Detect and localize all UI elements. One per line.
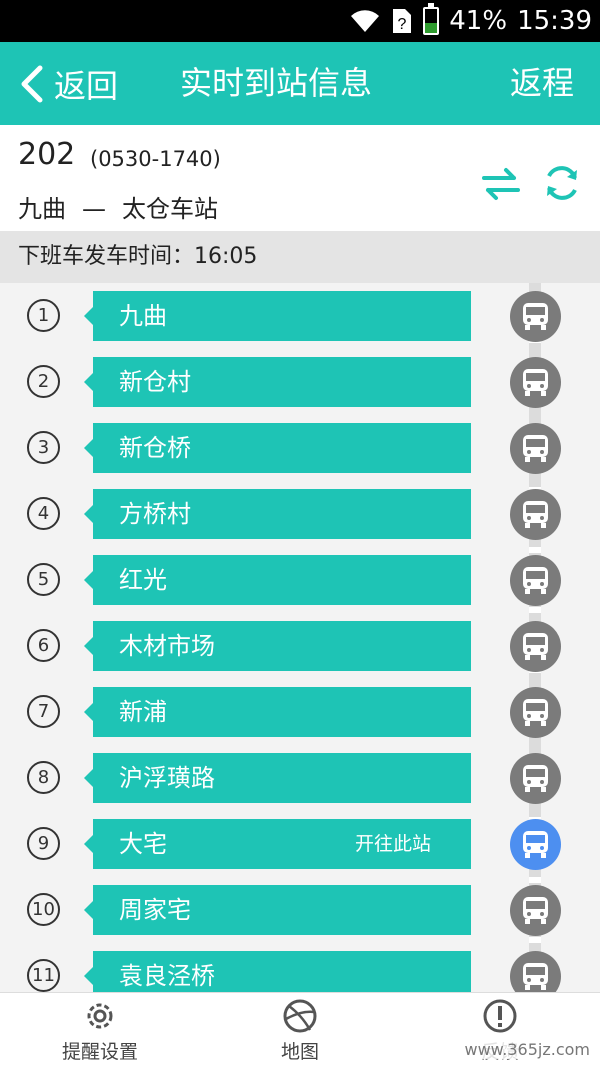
ball-icon	[283, 999, 317, 1033]
stop-box[interactable]: 周家宅	[84, 885, 471, 935]
bus-icon	[510, 885, 561, 936]
back-label: 返回	[54, 66, 119, 105]
stop-name: 方桥村	[119, 500, 191, 528]
refresh-icon[interactable]	[541, 162, 583, 204]
route-number: 202	[18, 137, 76, 172]
bus-icon	[510, 357, 561, 408]
stop-box[interactable]: 新仓村	[84, 357, 471, 407]
battery-percent: 41%	[449, 6, 508, 36]
stop-row[interactable]: 3 新仓桥	[0, 415, 600, 481]
stop-row[interactable]: 5 红光	[0, 547, 600, 613]
stop-index: 9	[27, 827, 60, 860]
stop-name: 新浦	[119, 698, 167, 726]
stop-name: 九曲	[119, 302, 167, 330]
stop-list[interactable]: 1 九曲 2 新仓村 3 新仓桥 4 方桥村 5 红光 6 木材市场 7 新浦 …	[0, 283, 600, 992]
bus-icon	[510, 951, 561, 992]
stop-name: 大宅	[119, 830, 167, 858]
title-bar: 返回 实时到站信息 返程	[0, 42, 600, 125]
stop-index: 8	[27, 761, 60, 794]
bus-icon	[510, 423, 561, 474]
nav-map-label: 地图	[280, 1041, 319, 1063]
route-hours: (0530-1740)	[90, 147, 221, 171]
stop-index: 4	[27, 497, 60, 530]
bus-icon	[510, 555, 561, 606]
bus-icon	[510, 687, 561, 738]
bus-icon	[510, 291, 561, 342]
nav-map[interactable]: 地图	[250, 993, 350, 1067]
stop-box[interactable]: 九曲	[84, 291, 471, 341]
back-button[interactable]: 返回	[18, 42, 118, 125]
nav-reminder-label: 提醒设置	[61, 1041, 138, 1063]
svg-text:?: ?	[398, 16, 407, 33]
stop-name: 新仓桥	[119, 434, 191, 462]
bus-approaching-label: 开往此站	[354, 833, 431, 855]
route-separator: —	[82, 195, 106, 223]
stop-box[interactable]: 新仓桥	[84, 423, 471, 473]
stop-row[interactable]: 8 沪浮璜路	[0, 745, 600, 811]
clock: 15:39	[517, 6, 592, 36]
stop-index: 2	[27, 365, 60, 398]
stop-name: 沪浮璜路	[119, 764, 215, 792]
stop-index: 1	[27, 299, 60, 332]
bus-icon	[510, 753, 561, 804]
bottom-nav: 提醒设置 地图 反馈 www.365jz.com	[0, 992, 600, 1067]
stop-box[interactable]: 木材市场	[84, 621, 471, 671]
return-trip-button[interactable]: 返程	[510, 42, 574, 125]
status-bar: ? 41% 15:39	[0, 0, 600, 42]
stop-name: 周家宅	[119, 896, 191, 924]
route-destination: 太仓车站	[122, 195, 218, 223]
stop-name: 红光	[119, 566, 167, 594]
stop-index: 3	[27, 431, 60, 464]
stop-box[interactable]: 大宅 开往此站	[84, 819, 471, 869]
nav-reminder-settings[interactable]: 提醒设置	[50, 993, 150, 1067]
gear-icon	[87, 1003, 113, 1029]
bus-icon	[510, 621, 561, 672]
bus-approaching-icon	[510, 819, 561, 870]
stop-row[interactable]: 2 新仓村	[0, 349, 600, 415]
stop-row[interactable]: 9 大宅 开往此站	[0, 811, 600, 877]
chevron-left-icon	[21, 65, 43, 102]
route-origin: 九曲	[18, 195, 66, 223]
route-endpoints: 九曲 — 太仓车站	[18, 189, 218, 224]
stop-name: 木材市场	[119, 632, 215, 660]
stop-name: 新仓村	[119, 368, 191, 396]
swap-direction-icon[interactable]	[480, 163, 522, 205]
stop-box[interactable]: 沪浮璜路	[84, 753, 471, 803]
stop-row[interactable]: 6 木材市场	[0, 613, 600, 679]
stop-box[interactable]: 方桥村	[84, 489, 471, 539]
route-info: 202 (0530-1740) 九曲 — 太仓车站	[0, 125, 600, 231]
sim-unknown-icon: ?	[393, 9, 412, 33]
stop-index: 10	[27, 893, 60, 926]
stop-row[interactable]: 1 九曲	[0, 283, 600, 349]
stop-index: 7	[27, 695, 60, 728]
stop-row[interactable]: 4 方桥村	[0, 481, 600, 547]
stop-box[interactable]: 红光	[84, 555, 471, 605]
battery-icon	[423, 3, 440, 35]
stop-name: 袁良泾桥	[119, 962, 215, 990]
stop-box[interactable]: 袁良泾桥	[84, 951, 471, 992]
exclamation-icon	[483, 999, 517, 1033]
stop-box[interactable]: 新浦	[84, 687, 471, 737]
next-departure-bar: 下班车发车时间：16:05	[0, 231, 600, 283]
stop-index: 5	[27, 563, 60, 596]
stop-index: 11	[27, 959, 60, 992]
stop-index: 6	[27, 629, 60, 662]
stop-row[interactable]: 7 新浦	[0, 679, 600, 745]
page-title: 实时到站信息	[180, 64, 373, 102]
bus-icon	[510, 489, 561, 540]
stop-row[interactable]: 10 周家宅	[0, 877, 600, 943]
watermark: www.365jz.com	[460, 1040, 594, 1059]
stop-row[interactable]: 11 袁良泾桥	[0, 943, 600, 992]
wifi-icon	[351, 10, 380, 32]
